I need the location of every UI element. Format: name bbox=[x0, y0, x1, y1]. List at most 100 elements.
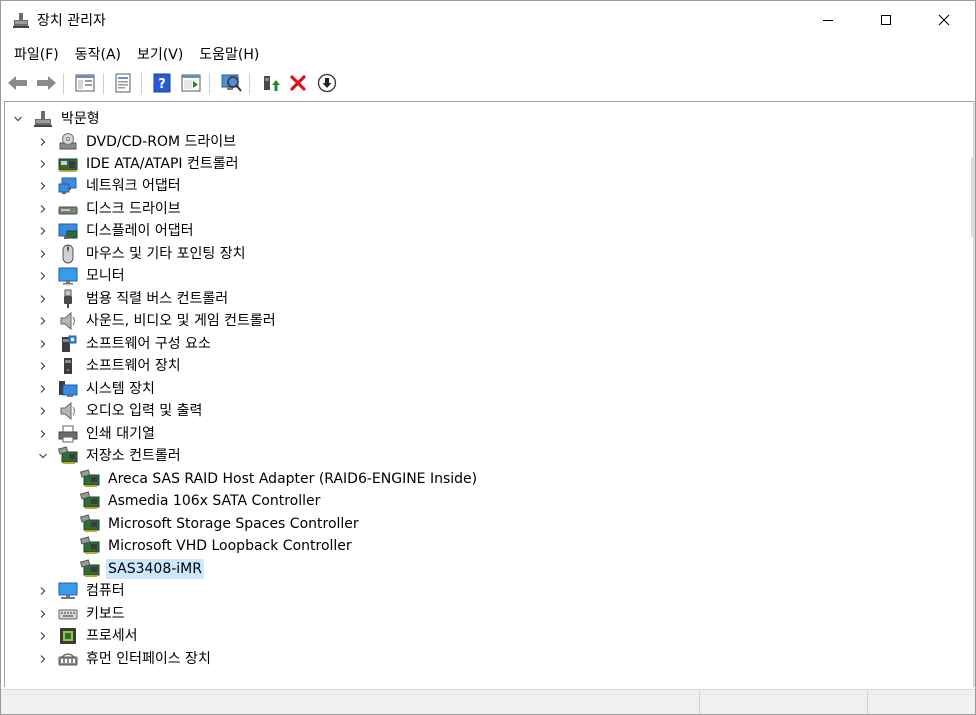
action-pane-icon[interactable] bbox=[179, 71, 203, 95]
tree-device[interactable]: Areca SAS RAID Host Adapter (RAID6-ENGIN… bbox=[80, 468, 479, 490]
scrollbar[interactable] bbox=[971, 157, 973, 237]
usb-icon bbox=[58, 289, 78, 309]
minimize-button[interactable] bbox=[799, 1, 857, 39]
tree-category[interactable]: 소프트웨어 장치 bbox=[36, 355, 183, 377]
network-adapter-icon bbox=[58, 176, 78, 196]
tree-category[interactable]: 사운드, 비디오 및 게임 컨트롤러 bbox=[36, 310, 278, 332]
storage-controller-icon bbox=[80, 469, 100, 489]
tree-device[interactable]: Asmedia 106x SATA Controller bbox=[80, 490, 322, 512]
chevron-right-icon[interactable] bbox=[36, 652, 50, 666]
chevron-right-icon[interactable] bbox=[36, 247, 50, 261]
tree-category[interactable]: 인쇄 대기열 bbox=[36, 423, 157, 445]
ide-controller-icon bbox=[58, 154, 78, 174]
chevron-right-icon[interactable] bbox=[36, 292, 50, 306]
tree-category-label: 네트워크 어댑터 bbox=[86, 178, 181, 194]
tree-category[interactable]: 모니터 bbox=[36, 265, 127, 287]
tree-category[interactable]: DVD/CD-ROM 드라이브 bbox=[36, 131, 238, 153]
tree-category-label: 시스템 장치 bbox=[86, 381, 155, 397]
update-driver-icon[interactable] bbox=[258, 71, 282, 95]
speaker-icon bbox=[58, 311, 78, 331]
menu-help[interactable]: 도움말(H) bbox=[191, 41, 267, 65]
chevron-right-icon[interactable] bbox=[36, 202, 50, 216]
tree-category[interactable]: IDE ATA/ATAPI 컨트롤러 bbox=[36, 153, 241, 175]
chevron-down-icon[interactable] bbox=[36, 449, 50, 463]
tree-root[interactable]: 박문형 bbox=[11, 108, 102, 130]
chevron-right-icon[interactable] bbox=[36, 607, 50, 621]
tree-category[interactable]: 디스플레이 어댑터 bbox=[36, 220, 196, 242]
tree-device-selected[interactable]: SAS3408-iMR bbox=[80, 558, 204, 580]
properties-icon[interactable] bbox=[111, 71, 135, 95]
tree-category[interactable]: 휴먼 인터페이스 장치 bbox=[36, 648, 213, 670]
toolbar-separator bbox=[141, 73, 142, 94]
svg-text:?: ? bbox=[158, 77, 166, 92]
software-device-icon bbox=[58, 356, 78, 376]
tree-device-label: SAS3408-iMR bbox=[106, 559, 204, 579]
tree-category-expanded[interactable]: 저장소 컨트롤러 bbox=[36, 445, 183, 467]
tree-device[interactable]: Microsoft VHD Loopback Controller bbox=[80, 535, 354, 557]
chevron-right-icon[interactable] bbox=[36, 224, 50, 238]
menu-action[interactable]: 동작(A) bbox=[67, 41, 129, 65]
chevron-right-icon[interactable] bbox=[36, 314, 50, 328]
storage-controller-icon bbox=[80, 536, 100, 556]
uninstall-device-icon[interactable] bbox=[286, 71, 310, 95]
storage-controller-icon bbox=[80, 514, 100, 534]
tree-category[interactable]: 네트워크 어댑터 bbox=[36, 175, 183, 197]
tree-category-label: 모니터 bbox=[86, 268, 125, 284]
tree-category[interactable]: 오디오 입력 및 출력 bbox=[36, 400, 204, 422]
show-hide-console-tree-icon[interactable] bbox=[73, 71, 97, 95]
close-button[interactable] bbox=[915, 1, 973, 39]
tree-category-label: 사운드, 비디오 및 게임 컨트롤러 bbox=[86, 313, 276, 329]
tree-device[interactable]: Microsoft Storage Spaces Controller bbox=[80, 513, 361, 535]
tree-category[interactable]: 시스템 장치 bbox=[36, 378, 157, 400]
tree-device-label: Microsoft VHD Loopback Controller bbox=[108, 538, 352, 554]
tree-category-label: 휴먼 인터페이스 장치 bbox=[86, 651, 211, 667]
tree-category[interactable]: 마우스 및 기타 포인팅 장치 bbox=[36, 243, 247, 265]
hid-icon bbox=[58, 649, 78, 669]
chevron-right-icon[interactable] bbox=[36, 382, 50, 396]
dvd-drive-icon bbox=[58, 132, 78, 152]
chevron-right-icon[interactable] bbox=[36, 337, 50, 351]
tree-category-label: 오디오 입력 및 출력 bbox=[86, 403, 203, 419]
monitor-icon bbox=[58, 266, 78, 286]
tree-category[interactable]: 디스크 드라이브 bbox=[36, 198, 183, 220]
chevron-right-icon[interactable] bbox=[36, 427, 50, 441]
chevron-right-icon[interactable] bbox=[36, 157, 50, 171]
tree-category-label: 프로세서 bbox=[86, 628, 138, 644]
chevron-down-icon[interactable] bbox=[11, 112, 25, 126]
tree-category-label: 컴퓨터 bbox=[86, 583, 125, 599]
tree-category-label: 마우스 및 기타 포인팅 장치 bbox=[86, 246, 246, 262]
menu-file[interactable]: 파일(F) bbox=[6, 41, 67, 65]
tree-category-label: 저장소 컨트롤러 bbox=[86, 448, 181, 464]
display-adapter-icon bbox=[58, 221, 78, 241]
tree-category-label: 인쇄 대기열 bbox=[86, 426, 155, 442]
scan-hardware-icon[interactable] bbox=[219, 71, 243, 95]
chevron-right-icon[interactable] bbox=[36, 135, 50, 149]
software-component-icon bbox=[58, 334, 78, 354]
disable-device-icon[interactable] bbox=[315, 71, 339, 95]
back-arrow-icon[interactable] bbox=[6, 71, 30, 95]
title-bar[interactable]: 장치 관리자 bbox=[1, 1, 975, 39]
chevron-right-icon[interactable] bbox=[36, 404, 50, 418]
chevron-right-icon[interactable] bbox=[36, 584, 50, 598]
storage-controller-icon bbox=[58, 446, 78, 466]
chevron-right-icon[interactable] bbox=[36, 269, 50, 283]
tree-category[interactable]: 프로세서 bbox=[36, 625, 140, 647]
tree-category-label: 디스크 드라이브 bbox=[86, 201, 181, 217]
toolbar-separator bbox=[249, 73, 250, 94]
maximize-button[interactable] bbox=[857, 1, 915, 39]
status-bar bbox=[1, 689, 975, 714]
device-tree[interactable]: 박문형 DVD/CD-ROM 드라이브 IDE ATA/ATAPI 컨트롤러 네… bbox=[4, 101, 975, 687]
chevron-right-icon[interactable] bbox=[36, 629, 50, 643]
menu-view[interactable]: 보기(V) bbox=[129, 41, 191, 65]
tree-category[interactable]: 소프트웨어 구성 요소 bbox=[36, 333, 213, 355]
forward-arrow-icon[interactable] bbox=[34, 71, 58, 95]
tree-category[interactable]: 키보드 bbox=[36, 603, 127, 625]
tree-category[interactable]: 컴퓨터 bbox=[36, 580, 127, 602]
chevron-right-icon[interactable] bbox=[36, 359, 50, 373]
tree-category-label: 디스플레이 어댑터 bbox=[86, 223, 194, 239]
tree-category[interactable]: 범용 직렬 버스 컨트롤러 bbox=[36, 288, 230, 310]
help-icon[interactable]: ? bbox=[150, 71, 174, 95]
chevron-right-icon[interactable] bbox=[36, 179, 50, 193]
tree-device-label: Asmedia 106x SATA Controller bbox=[108, 493, 321, 509]
speaker-icon bbox=[58, 401, 78, 421]
